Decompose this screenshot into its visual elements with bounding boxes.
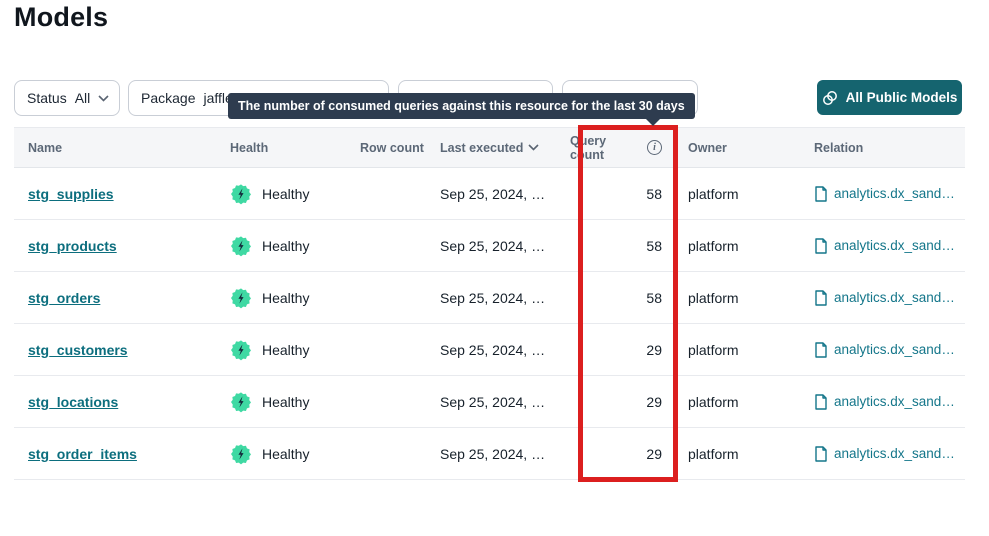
model-name-link[interactable]: stg_locations xyxy=(28,394,118,410)
model-name-link[interactable]: stg_customers xyxy=(28,342,128,358)
health-seal-bolt-icon xyxy=(230,183,252,205)
last-executed-cell: Sep 25, 2024, … xyxy=(426,290,570,306)
last-executed-cell: Sep 25, 2024, … xyxy=(426,186,570,202)
health-badge: Healthy xyxy=(230,339,309,361)
all-public-models-button[interactable]: All Public Models xyxy=(817,80,962,115)
status-filter-label: Status xyxy=(27,90,67,106)
relation-label: analytics.dx_sand… xyxy=(834,342,955,357)
table-header-row: Name Health Row count Last executed Quer… xyxy=(14,128,965,168)
last-executed-cell: Sep 25, 2024, … xyxy=(426,394,570,410)
table-row: stg_customers Healthy Sep 25, 2024, … 29… xyxy=(14,324,965,376)
tooltip-arrow xyxy=(645,118,661,126)
health-label: Healthy xyxy=(262,394,309,410)
query-count-cell: 58 xyxy=(570,238,674,254)
last-executed-cell: Sep 25, 2024, … xyxy=(426,238,570,254)
relation-label: analytics.dx_sand… xyxy=(834,290,955,305)
query-count-cell: 29 xyxy=(570,446,674,462)
file-icon xyxy=(814,290,828,306)
query-count-cell: 29 xyxy=(570,394,674,410)
table-row: stg_order_items Healthy Sep 25, 2024, … … xyxy=(14,428,965,480)
column-header-name: Name xyxy=(14,141,216,155)
file-icon xyxy=(814,394,828,410)
file-icon xyxy=(814,238,828,254)
info-circle-icon[interactable]: i xyxy=(647,140,662,155)
table-row: stg_products Healthy Sep 25, 2024, … 58 … xyxy=(14,220,965,272)
page-title: Models xyxy=(14,2,108,33)
package-filter-label: Package xyxy=(141,90,195,106)
all-public-models-label: All Public Models xyxy=(846,90,958,105)
relation-label: analytics.dx_sand… xyxy=(834,238,955,253)
column-header-health: Health xyxy=(216,141,346,155)
health-seal-bolt-icon xyxy=(230,287,252,309)
model-name-link[interactable]: stg_products xyxy=(28,238,117,254)
column-header-owner: Owner xyxy=(674,141,800,155)
table-row: stg_locations Healthy Sep 25, 2024, … 29… xyxy=(14,376,965,428)
health-badge: Healthy xyxy=(230,443,309,465)
relation-link[interactable]: analytics.dx_sand… xyxy=(814,342,955,358)
column-header-query-count: Query count i xyxy=(570,134,674,162)
relation-link[interactable]: analytics.dx_sand… xyxy=(814,290,955,306)
owner-cell: platform xyxy=(674,342,800,358)
relation-label: analytics.dx_sand… xyxy=(834,446,955,461)
model-name-link[interactable]: stg_order_items xyxy=(28,446,137,462)
table-body: stg_supplies Healthy Sep 25, 2024, … 58 … xyxy=(14,168,965,480)
column-header-row-count: Row count xyxy=(346,141,426,155)
query-count-tooltip: The number of consumed queries against t… xyxy=(228,93,695,119)
health-badge: Healthy xyxy=(230,183,309,205)
health-label: Healthy xyxy=(262,446,309,462)
chevron-down-icon xyxy=(98,95,109,102)
model-name-link[interactable]: stg_orders xyxy=(28,290,100,306)
relation-label: analytics.dx_sand… xyxy=(834,394,955,409)
models-table: Name Health Row count Last executed Quer… xyxy=(14,127,965,480)
health-label: Healthy xyxy=(262,238,309,254)
models-page: Models Status All Package jaffle_ All Pu… xyxy=(0,0,989,536)
health-label: Healthy xyxy=(262,290,309,306)
file-icon xyxy=(814,186,828,202)
model-name-link[interactable]: stg_supplies xyxy=(28,186,114,202)
table-row: stg_orders Healthy Sep 25, 2024, … 58 pl… xyxy=(14,272,965,324)
last-executed-cell: Sep 25, 2024, … xyxy=(426,446,570,462)
file-icon xyxy=(814,342,828,358)
owner-cell: platform xyxy=(674,238,800,254)
owner-cell: platform xyxy=(674,446,800,462)
query-count-cell: 58 xyxy=(570,290,674,306)
status-filter[interactable]: Status All xyxy=(14,80,120,116)
table-row: stg_supplies Healthy Sep 25, 2024, … 58 … xyxy=(14,168,965,220)
health-badge: Healthy xyxy=(230,391,309,413)
health-label: Healthy xyxy=(262,342,309,358)
relation-link[interactable]: analytics.dx_sand… xyxy=(814,394,955,410)
status-filter-value: All xyxy=(75,90,91,106)
owner-cell: platform xyxy=(674,290,800,306)
column-header-last-executed[interactable]: Last executed xyxy=(426,141,570,155)
last-executed-cell: Sep 25, 2024, … xyxy=(426,342,570,358)
query-count-cell: 58 xyxy=(570,186,674,202)
health-seal-bolt-icon xyxy=(230,443,252,465)
health-badge: Healthy xyxy=(230,287,309,309)
health-label: Healthy xyxy=(262,186,309,202)
chain-link-icon xyxy=(822,90,838,106)
health-badge: Healthy xyxy=(230,235,309,257)
query-count-cell: 29 xyxy=(570,342,674,358)
health-seal-bolt-icon xyxy=(230,339,252,361)
health-seal-bolt-icon xyxy=(230,235,252,257)
sort-chevron-down-icon xyxy=(528,144,539,151)
owner-cell: platform xyxy=(674,394,800,410)
file-icon xyxy=(814,446,828,462)
relation-link[interactable]: analytics.dx_sand… xyxy=(814,186,955,202)
owner-cell: platform xyxy=(674,186,800,202)
relation-link[interactable]: analytics.dx_sand… xyxy=(814,446,955,462)
health-seal-bolt-icon xyxy=(230,391,252,413)
relation-label: analytics.dx_sand… xyxy=(834,186,955,201)
relation-link[interactable]: analytics.dx_sand… xyxy=(814,238,955,254)
column-header-relation: Relation xyxy=(800,141,965,155)
